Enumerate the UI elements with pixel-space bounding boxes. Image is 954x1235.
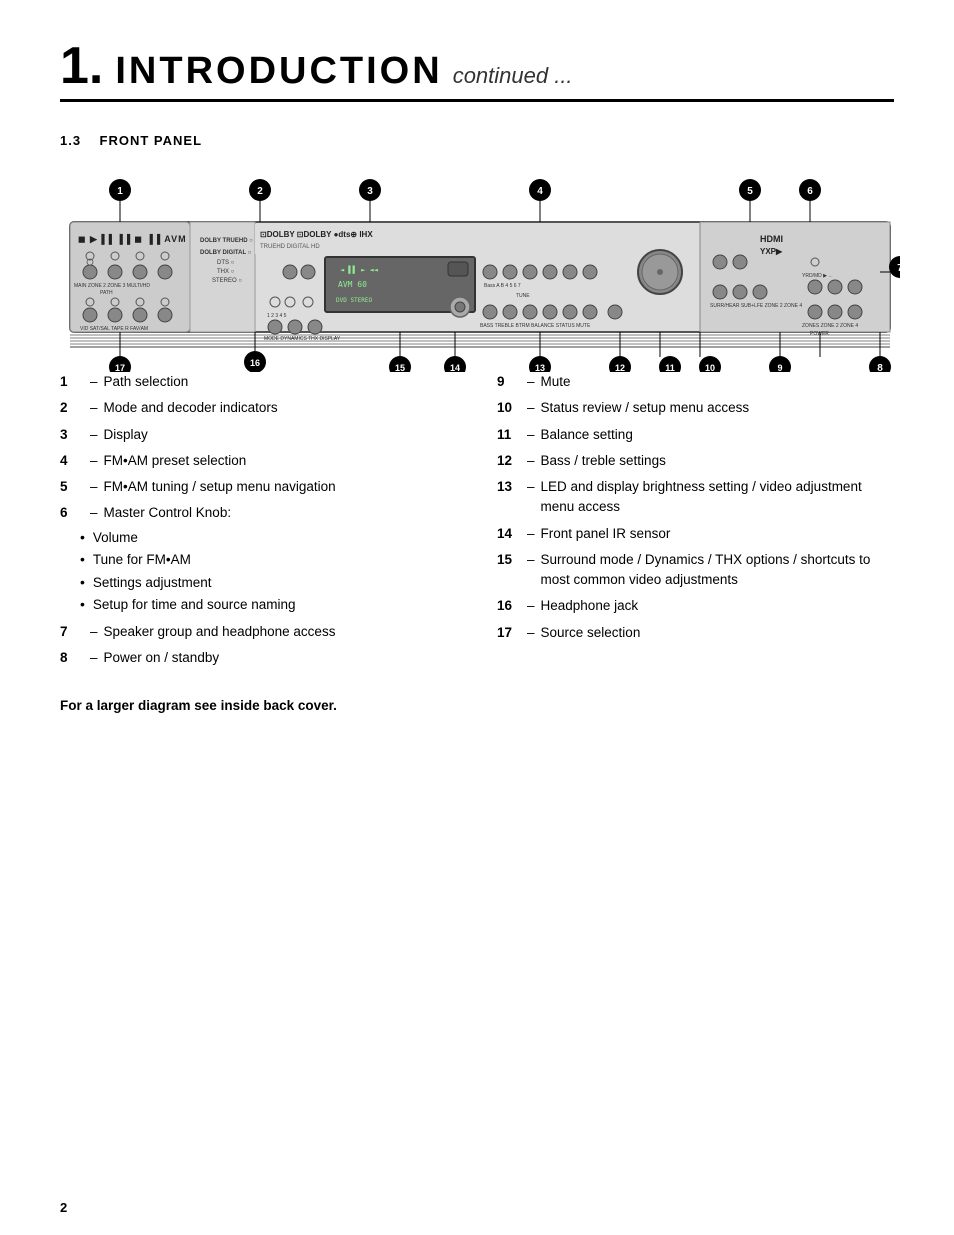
svg-text:1 2 3 4 5: 1 2 3 4 5 — [267, 313, 287, 319]
svg-text:◄ ▌▌ ► ◄◄: ◄ ▌▌ ► ◄◄ — [340, 265, 379, 274]
item-number: 4 — [60, 451, 84, 471]
item-number: 2 — [60, 398, 84, 418]
header-number: 1. — [60, 40, 103, 92]
list-item: 11–Balance setting — [497, 425, 894, 445]
svg-text:⊡DOLBY ⊡DOLBY ●dts⊕ IHX: ⊡DOLBY ⊡DOLBY ●dts⊕ IHX — [260, 230, 373, 239]
item-number: 10 — [497, 398, 521, 418]
svg-text:TUNE: TUNE — [516, 293, 530, 299]
svg-text:AVM 60: AVM 60 — [338, 280, 367, 289]
list-item: 9–Mute — [497, 372, 894, 392]
front-panel-diagram: ◼ ▶ ▌▌ ▌▌◼ ▐▐ AVM MAIN ZONE 2 ZONE 3 MUL… — [60, 172, 900, 372]
svg-text:DOLBY DIGITAL ○: DOLBY DIGITAL ○ — [200, 250, 252, 256]
svg-text:STEREO ○: STEREO ○ — [212, 278, 242, 284]
list-item: 8–Power on / standby — [60, 648, 457, 668]
page-number: 2 — [60, 1200, 67, 1215]
svg-text:YRD/MD ▶ ←: YRD/MD ▶ ← — [802, 273, 833, 279]
item-number: 9 — [497, 372, 521, 392]
svg-text:PATH: PATH — [100, 290, 113, 296]
item-number: 6 — [60, 503, 84, 523]
svg-text:1: 1 — [117, 186, 123, 197]
sub-list-item: Volume — [80, 526, 296, 549]
svg-text:TRUEHD DIGITAL HD: TRUEHD DIGITAL HD — [260, 244, 320, 250]
svg-text:4: 4 — [537, 186, 543, 197]
svg-text:10: 10 — [705, 363, 715, 372]
svg-text:5: 5 — [747, 186, 753, 197]
svg-text:DOLBY TRUEHD ○: DOLBY TRUEHD ○ — [200, 238, 253, 244]
item-number: 3 — [60, 425, 84, 445]
svg-text:9: 9 — [777, 363, 782, 372]
svg-text:16: 16 — [250, 358, 260, 368]
svg-text:11: 11 — [665, 363, 675, 372]
svg-text:YXP▶: YXP▶ — [760, 247, 783, 256]
list-item: 4–FM•AM preset selection — [60, 451, 457, 471]
list-item: 2–Mode and decoder indicators — [60, 398, 457, 418]
item-number: 17 — [497, 623, 521, 643]
item-number: 16 — [497, 596, 521, 616]
sub-list-item: Tune for FM•AM — [80, 548, 296, 571]
svg-text:DVD STEREO: DVD STEREO — [336, 297, 373, 304]
list-item: 12–Bass / treble settings — [497, 451, 894, 471]
list-item: 16–Headphone jack — [497, 596, 894, 616]
right-column: 9–Mute 10–Status review / setup menu acce… — [497, 372, 894, 668]
item-number: 8 — [60, 648, 84, 668]
item-number: 13 — [497, 477, 521, 497]
item-number: 7 — [60, 622, 84, 642]
svg-text:ZONES ZONE 2 ZONE 4: ZONES ZONE 2 ZONE 4 — [802, 323, 858, 329]
item-number: 11 — [497, 425, 521, 445]
left-column: 1–Path selection 2–Mode and decoder indic… — [60, 372, 457, 668]
svg-text:12: 12 — [615, 363, 625, 372]
panel-svg: ◼ ▶ ▌▌ ▌▌◼ ▐▐ AVM MAIN ZONE 2 ZONE 3 MUL… — [60, 172, 900, 372]
item-number: 15 — [497, 550, 521, 570]
svg-text:8: 8 — [877, 363, 883, 372]
list-item: 5–FM•AM tuning / setup menu navigation — [60, 477, 457, 497]
page-header: 1. INTRODUCTION continued ... — [60, 40, 894, 102]
svg-text:14: 14 — [450, 363, 460, 372]
item-number: 14 — [497, 524, 521, 544]
item-number: 5 — [60, 477, 84, 497]
footer-note: For a larger diagram see inside back cov… — [60, 698, 894, 713]
item-number: 12 — [497, 451, 521, 471]
svg-text:13: 13 — [535, 363, 545, 372]
svg-text:2: 2 — [257, 186, 263, 197]
svg-text:HDMI: HDMI — [760, 234, 783, 244]
content-area: 1–Path selection 2–Mode and decoder indic… — [60, 372, 894, 668]
svg-text:MAIN ZONE 2 ZONE 3 MULTI: MAIN ZONE 2 ZONE 3 MULTI/HD — [74, 283, 150, 289]
list-item: 7–Speaker group and headphone access — [60, 622, 457, 642]
svg-text:SURR/HEAR SUB+LFE ZONE 2 ZO: SURR/HEAR SUB+LFE ZONE 2 ZONE 4 — [710, 303, 802, 309]
svg-text:15: 15 — [395, 363, 405, 372]
svg-text:BASS TREBLE BTRM BALANCE STATU: BASS TREBLE BTRM BALANCE STATUS MUTE — [480, 323, 591, 329]
list-item: 13–LED and display brightness setting / … — [497, 477, 894, 518]
section-heading: 1.3 FRONT PANEL — [60, 133, 202, 148]
svg-text:7: 7 — [897, 263, 900, 274]
list-item: 17–Source selection — [497, 623, 894, 643]
list-item: 14–Front panel IR sensor — [497, 524, 894, 544]
svg-text:17: 17 — [115, 363, 125, 372]
svg-text:THX ○: THX ○ — [217, 269, 235, 275]
svg-text:VID SAT/SAL TAPE R FAV/A: VID SAT/SAL TAPE R FAV/AM — [80, 326, 148, 332]
sub-list-item: Setup for time and source naming — [80, 593, 296, 616]
svg-text:3: 3 — [367, 186, 373, 197]
list-item: 1–Path selection — [60, 372, 457, 392]
header-subtitle: continued ... — [453, 63, 573, 89]
list-item: 15–Surround mode / Dynamics / THX option… — [497, 550, 894, 591]
svg-text:6: 6 — [807, 186, 813, 197]
svg-text:◼ ▶ ▌▌ ▌▌◼ ▐▐ AVM: ◼ ▶ ▌▌ ▌▌◼ ▐▐ AVM — [78, 233, 187, 245]
list-item: 10–Status review / setup menu access — [497, 398, 894, 418]
list-item: 3–Display — [60, 425, 457, 445]
sub-list-item: Settings adjustment — [80, 571, 296, 594]
header-title: INTRODUCTION — [115, 50, 442, 93]
item-number: 1 — [60, 372, 84, 392]
list-item: 6–Master Control Knob:VolumeTune for FM•… — [60, 503, 457, 616]
svg-text:DTS ○: DTS ○ — [217, 260, 235, 266]
svg-text:Bass A B 4 5 6 7: Bass A B 4 5 6 7 — [484, 283, 521, 289]
